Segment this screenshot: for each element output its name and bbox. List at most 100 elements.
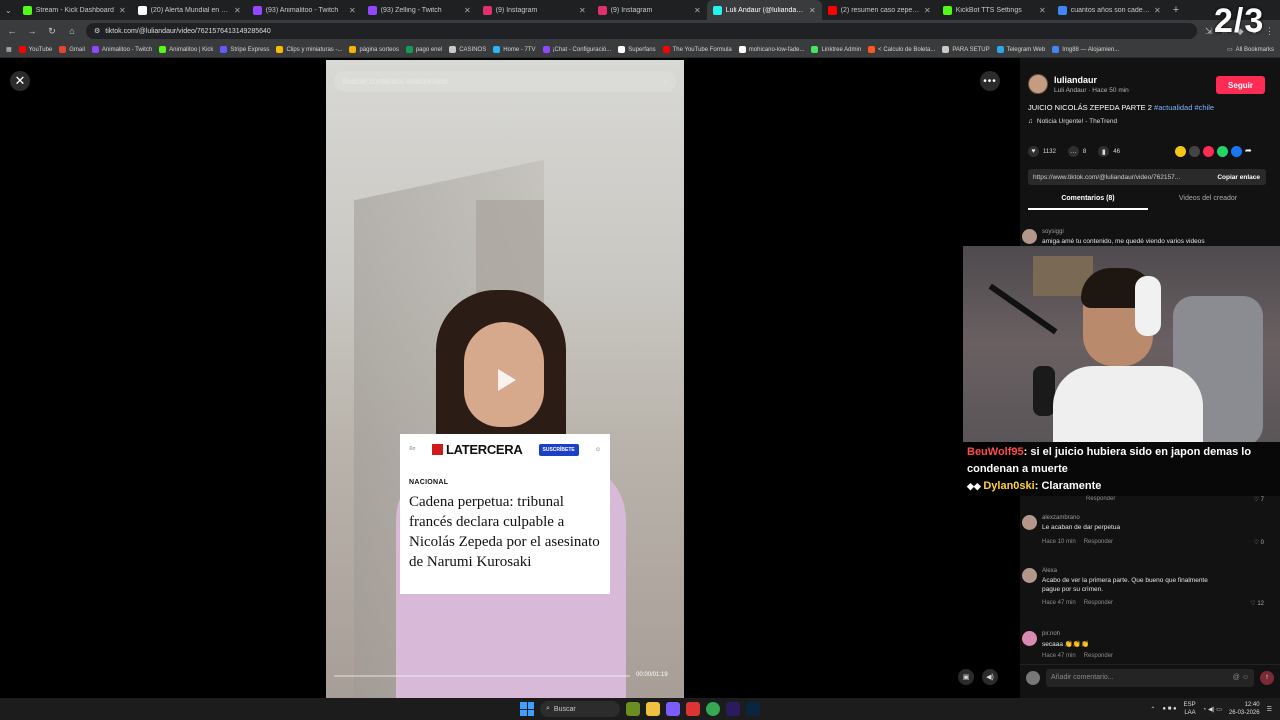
comment-user[interactable]: soysiggi	[1042, 229, 1064, 235]
like-button[interactable]: ♥ 1132	[1028, 146, 1056, 157]
bookmark-item[interactable]: pago enel	[405, 46, 442, 53]
comment-avatar[interactable]	[1022, 229, 1037, 244]
comment-button[interactable]: … 8	[1067, 146, 1086, 157]
tray-chevron-icon[interactable]: ⌃	[1150, 706, 1155, 713]
chrome-icon[interactable]	[706, 702, 720, 716]
bookmark-item[interactable]: CASINOS	[449, 46, 486, 53]
browser-tab[interactable]: (93) Zelling - Twitch ✕	[362, 0, 477, 20]
video-progress-bar[interactable]	[334, 675, 630, 677]
browser-tab[interactable]: (2) resumen caso zepeda y nu ✕	[822, 0, 937, 20]
bookmark-item[interactable]: Linktree Admin	[811, 46, 861, 53]
pip-icon[interactable]: ▣	[958, 669, 974, 685]
bookmark-item[interactable]: < Calculo de Boleta...	[868, 46, 935, 53]
taskbar-app-icon[interactable]	[626, 702, 640, 716]
bookmark-item[interactable]: Home - 7TV	[493, 46, 536, 53]
bookmark-item[interactable]: Telegram Web	[996, 46, 1045, 53]
premiere-icon[interactable]	[726, 702, 740, 716]
bookmark-item[interactable]: The YouTube Formula	[662, 46, 732, 53]
follow-button[interactable]: Seguir	[1216, 76, 1265, 94]
author-username[interactable]: luliandaur	[1054, 75, 1129, 85]
facebook-icon[interactable]	[1231, 146, 1242, 157]
comment-like[interactable]: ♡ 0	[1254, 539, 1264, 546]
windows-start-icon[interactable]	[520, 702, 534, 716]
discord-icon[interactable]	[666, 702, 680, 716]
tab-close-icon[interactable]: ✕	[809, 6, 816, 15]
tab-close-icon[interactable]: ✕	[579, 6, 586, 15]
browser-tab[interactable]: cuantos años son cadena per ✕	[1052, 0, 1167, 20]
comment-like[interactable]: ♡ 12	[1250, 600, 1264, 607]
send-icon[interactable]	[1203, 146, 1214, 157]
comment-user[interactable]: alexzambrano	[1042, 515, 1080, 521]
whatsapp-icon[interactable]	[1217, 146, 1228, 157]
comment-input[interactable]: Añadir comentario... @ ☺	[1046, 668, 1254, 687]
tab-close-icon[interactable]: ✕	[464, 6, 471, 15]
browser-tab[interactable]: Luli Andaur (@luliandaur) | Ti ✕	[706, 0, 822, 20]
play-icon[interactable]	[490, 365, 520, 395]
browser-tab[interactable]: (9) Instagram ✕	[477, 0, 592, 20]
bookmark-item[interactable]: Animalitoo - Twitch	[91, 46, 152, 53]
volume-icon[interactable]: ◀)	[982, 669, 998, 685]
related-search-input[interactable]: Buscar contenido relacionado ⌕	[334, 71, 676, 92]
comment-avatar[interactable]	[1022, 568, 1037, 583]
browser-tab[interactable]: Stream - Kick Dashboard ✕	[17, 0, 132, 20]
comment-like[interactable]: ♡ 7	[1254, 496, 1264, 503]
news-app-icon[interactable]	[686, 702, 700, 716]
close-icon[interactable]: ✕	[10, 71, 30, 91]
post-hashtags[interactable]: #actualidad #chile	[1154, 103, 1214, 112]
site-info-icon[interactable]: ⚙	[94, 27, 100, 35]
bookmark-item[interactable]: página sorteos	[349, 46, 399, 53]
more-options-icon[interactable]: •••	[980, 71, 1000, 91]
tab-close-icon[interactable]: ✕	[119, 6, 126, 15]
save-button[interactable]: ▮ 46	[1098, 146, 1120, 157]
apps-icon[interactable]: ▦	[6, 46, 12, 53]
bookmark-item[interactable]: PARA SETUP	[942, 46, 990, 53]
reply-button[interactable]: Responder	[1084, 600, 1113, 606]
install-icon[interactable]: ⇲	[1205, 26, 1213, 37]
photoshop-icon[interactable]	[746, 702, 760, 716]
embed-icon[interactable]	[1189, 146, 1200, 157]
notification-icon[interactable]: ☰	[1267, 706, 1272, 713]
clock[interactable]: 12:40 26-03-2026	[1229, 701, 1260, 717]
copy-link-button[interactable]: Copiar enlace	[1211, 174, 1266, 181]
tab-comments[interactable]: Comentarios (8)	[1028, 192, 1148, 210]
browser-tab[interactable]: (93) Animalitoo - Twitch ✕	[247, 0, 362, 20]
comment-avatar[interactable]	[1022, 631, 1037, 646]
tab-close-icon[interactable]: ✕	[924, 6, 931, 15]
home-icon[interactable]: ⌂	[66, 26, 78, 36]
author-avatar[interactable]	[1028, 74, 1048, 94]
address-bar[interactable]: ⚙ tiktok.com/@luliandaur/video/762157641…	[86, 23, 1198, 39]
language-indicator[interactable]: ESP LAA	[1184, 701, 1196, 717]
reply-button[interactable]: Responder	[1084, 539, 1113, 545]
comment-avatar[interactable]	[1022, 515, 1037, 530]
tab-search-icon[interactable]: ⌄	[0, 6, 17, 15]
menu-icon[interactable]: ⋮	[1265, 26, 1274, 37]
bookmark-item[interactable]: Animalitoo | Kick	[159, 46, 213, 53]
all-bookmarks[interactable]: ▭ All Bookmarks	[1227, 46, 1274, 54]
file-explorer-icon[interactable]	[646, 702, 660, 716]
author-info[interactable]: luliandaur Luli Andaur · Hace 50 min	[1028, 74, 1129, 94]
browser-tab[interactable]: (9) Instagram ✕	[592, 0, 707, 20]
post-music[interactable]: ♫ Noticia Urgente! - TheTrend	[1028, 118, 1117, 125]
browser-tab[interactable]: (20) Alerta Mundial en X: "co ✕	[132, 0, 247, 20]
bookmark-item[interactable]: ¡Chat - Configuració...	[542, 46, 611, 53]
back-icon[interactable]: ←	[6, 26, 18, 36]
comment-user[interactable]: Alexa	[1042, 568, 1057, 574]
repost-icon[interactable]	[1175, 146, 1186, 157]
tab-close-icon[interactable]: ✕	[1154, 6, 1161, 15]
mention-emoji-icons[interactable]: @ ☺	[1233, 674, 1249, 681]
reply-button[interactable]: Responder	[1086, 496, 1115, 502]
forward-icon[interactable]: →	[26, 26, 38, 36]
tray-icons[interactable]: ● ■ ●	[1162, 706, 1176, 712]
reload-icon[interactable]: ↻	[46, 26, 58, 37]
bookmark-item[interactable]: Img88 — Alojamien...	[1052, 46, 1119, 53]
comment-user[interactable]: pir.noh	[1042, 631, 1060, 637]
tab-close-icon[interactable]: ✕	[1039, 6, 1046, 15]
tab-creator-videos[interactable]: Videos del creador	[1148, 192, 1268, 210]
bookmark-item[interactable]: YouTube	[18, 46, 52, 53]
bookmark-item[interactable]: Gmail	[59, 46, 85, 53]
wifi-volume-battery-icons[interactable]: ◔ ◀) ▭	[1203, 706, 1222, 713]
tab-close-icon[interactable]: ✕	[349, 6, 356, 15]
post-link[interactable]: https://www.tiktok.com/@luliandaur/video…	[1028, 174, 1211, 181]
share-arrow-icon[interactable]: ➦	[1245, 146, 1256, 157]
bookmark-item[interactable]: Clips y miniaturas -...	[276, 46, 342, 53]
